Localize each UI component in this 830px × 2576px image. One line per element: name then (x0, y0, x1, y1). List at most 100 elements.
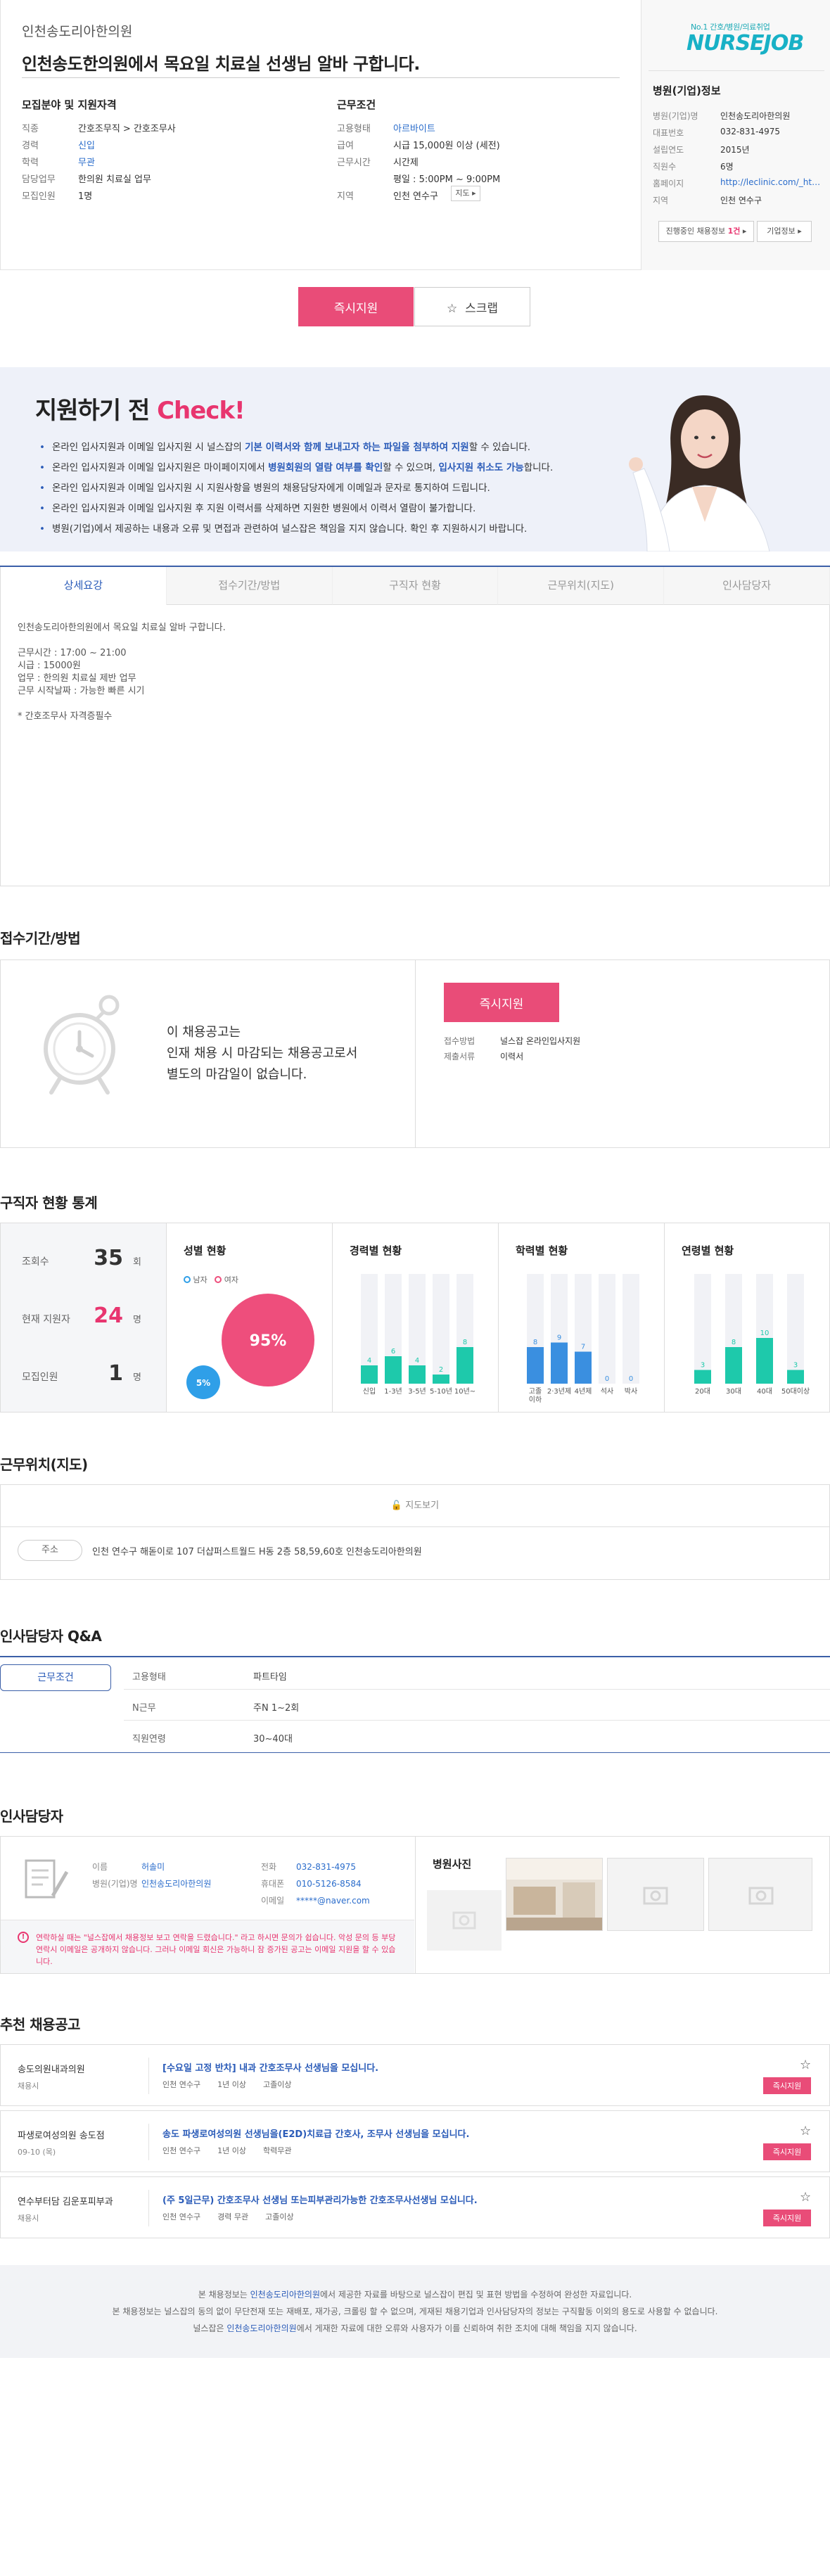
banner-notice-item: 온라인 입사지원과 이메일 입사지원 시 널스잡의 기본 이력서와 함께 보내고… (39, 438, 553, 458)
star-icon[interactable]: ☆ (800, 2058, 811, 2072)
corp-row: 지역 인천 연수구 (653, 194, 829, 208)
ongoing-jobs-button[interactable]: 진행중인 채용정보 1건 ▸ (658, 221, 754, 242)
recommend-job-title[interactable]: (주 5일근무) 간호조무사 선생님 또는피부관리가능한 간호조무사선생님 모십… (162, 2193, 478, 2206)
manager-contact-value[interactable]: 032-831-4975 (296, 1862, 356, 1872)
stat-unit: 명 (133, 1372, 141, 1383)
bar (409, 1365, 426, 1384)
recommend-job-title[interactable]: 송도 파생로여성의원 선생님을(E2D)치료급 간호사, 조무사 선생님을 모십… (162, 2127, 469, 2140)
education-title: 학력별 현황 (516, 1244, 568, 1257)
manager-contact-label: 이메일 (261, 1896, 285, 1906)
deadline-left: 이 채용공고는 인재 채용 시 마감되는 채용공고로서 별도의 마감일이 없습니… (1, 960, 416, 1147)
bar-category-label: 박사 (625, 1387, 637, 1396)
banner-notice-item: 병원(기업)에서 제공하는 내용과 오류 및 면접과 관련하여 널스잡은 책임을… (39, 519, 553, 540)
bar (456, 1347, 473, 1384)
recommend-apply-button[interactable]: 즉시지원 (763, 2210, 811, 2226)
notice-text: 온라인 입사지원과 이메일 입사지원 시 지원사항을 병원의 채용담당자에게 이… (51, 483, 490, 494)
manager-contact-value[interactable]: *****@naver.com (296, 1896, 370, 1906)
apply-now-button[interactable]: 즉시지원 (298, 287, 414, 326)
qa-row-label: 고용형태 (132, 1672, 166, 1683)
recommend-job-title[interactable]: [수요일 고정 반차] 내과 간호조무사 선생님을 모십니다. (162, 2060, 378, 2074)
bar-category-label: 30대 (726, 1387, 741, 1396)
qa-tag-conditions[interactable]: 근무조건 (0, 1664, 111, 1691)
tab-application[interactable]: 접수기간/방법 (166, 567, 333, 605)
manager-row: 이름 허솔미 (92, 1861, 165, 1873)
corp-row: 홈페이지 http://leclinic.com/_html/ind... (653, 177, 829, 191)
age-chart: 3 20대 8 30대 10 40대 3 50대이상 (694, 1274, 810, 1396)
recruit-row-label: 모집인원 (22, 191, 56, 202)
job-summary-card: 인천송도리아한의원 인천송도한의원에서 목요일 치료실 선생님 알바 구합니다.… (0, 0, 830, 270)
manager-title: 인사담당자 (0, 1808, 63, 1825)
star-icon[interactable]: ☆ (800, 2190, 811, 2205)
notice-text: 병원(기업)에서 제공하는 내용과 오류 및 면접과 관련하여 널스잡은 책임을… (51, 523, 528, 535)
manager-contact-value[interactable]: 010-5126-8584 (296, 1879, 362, 1889)
map-box: 🔓 지도보기 주소 인천 연수구 해돋이로 107 더샵퍼스트월드 H동 2층 … (0, 1484, 830, 1580)
condition-row-value: 시급 15,000원 이상 (세전) (393, 141, 500, 151)
photo-placeholder-3 (708, 1858, 812, 1931)
recommend-apply-button[interactable]: 즉시지원 (763, 2143, 811, 2160)
tab-location[interactable]: 근무위치(지도) (498, 567, 665, 605)
manager-warning: ! 연락하실 때는 "널스잡에서 채용정보 보고 연락을 드렸습니다." 라고 … (1, 1920, 414, 1973)
age-panel: 연령별 현황 3 20대 8 30대 10 40대 3 50대이상 (665, 1223, 829, 1412)
recommend-apply-button[interactable]: 즉시지원 (763, 2077, 811, 2094)
manager-contact-label: 전화 (261, 1862, 277, 1872)
qa-row: 고용형태 파트타임 (124, 1660, 830, 1690)
corp-row-value: 6명 (720, 162, 734, 172)
bar-category-label: 1-3년 (384, 1387, 402, 1396)
recommend-item[interactable]: 파생로여성의원 송도점 09-10 (목) 송도 파생로여성의원 선생님을(E2D)… (0, 2110, 830, 2172)
corp-row: 병원(기업)명 인천송도리아한의원 (653, 110, 829, 124)
bar (527, 1347, 544, 1384)
recruit-row-value: 1명 (78, 191, 93, 202)
stat-label: 조회수 (22, 1256, 49, 1268)
bar-value-label: 8 (533, 1339, 537, 1346)
stat-summary-row: 모집인원 1 명 (22, 1353, 148, 1402)
corp-row-value: 2015년 (720, 145, 750, 155)
bar-category-label: 고졸 (529, 1387, 542, 1396)
hospital-photo[interactable] (506, 1858, 603, 1931)
recommend-item[interactable]: 송도의원내과의원 채용시 [수요일 고정 반차] 내과 간호조무사 선생님을 모십니… (0, 2044, 830, 2106)
recommend-org[interactable]: 송도의원내과의원 (18, 2062, 85, 2075)
stat-value: 1 (108, 1361, 123, 1386)
condition-row-label: 근무시간 (337, 158, 371, 168)
bar-category-label: 50대이상 (781, 1387, 810, 1396)
camera-icon (748, 1887, 774, 1905)
company-info-button[interactable]: 기업정보 ▸ (757, 221, 812, 242)
qa-row: N근무 주N 1~2회 (124, 1691, 830, 1721)
bar-track (599, 1274, 615, 1384)
bar-value-label: 0 (629, 1375, 633, 1383)
tab-detail[interactable]: 상세요강 (0, 567, 167, 605)
recommend-meta-value: 1년 이상 (217, 2080, 246, 2089)
notice-highlight: 병원회원의 열람 여부를 확인 (268, 462, 383, 473)
career-chart: 4 신입 6 1-3년 4 3-5년 2 5-10년 8 10년~ (361, 1274, 475, 1396)
bar-category-label: 40대 (757, 1387, 772, 1396)
tab-applicants[interactable]: 구직자 현황 (332, 567, 499, 605)
nursejob-logo[interactable]: NURSEJOB (687, 31, 804, 56)
map-button[interactable]: 지도 ▸ (451, 186, 480, 201)
job-title: 인천송도한의원에서 목요일 치료실 선생님 알바 구합니다. (22, 54, 420, 74)
recommend-item[interactable]: 연수부터담 김운포피부과채용시 (주 5일근무) 간호조무사 선생님 또는피부관리… (0, 2176, 830, 2238)
recommend-meta-value: 고졸이상 (265, 2212, 294, 2221)
corp-info-panel: No.1 간호/병원/의료취업 NURSEJOB 병원(기업)정보 병원(기업)… (641, 0, 830, 270)
bar-value-label: 10 (760, 1330, 770, 1337)
bar-value-label: 3 (701, 1362, 705, 1370)
tab-manager[interactable]: 인사담당자 (664, 567, 830, 605)
star-icon[interactable]: ☆ (800, 2124, 811, 2138)
condition-row: 평일 : 5:00PM ~ 9:00PM (337, 172, 618, 186)
recommend-org[interactable]: 파생로여성의원 송도점 (18, 2128, 105, 2141)
scrap-button[interactable]: ☆ 스크랩 (414, 287, 530, 326)
stat-label: 모집인원 (22, 1372, 58, 1383)
corp-row-label: 직원수 (653, 162, 677, 172)
bar-value-label: 7 (581, 1344, 585, 1351)
deadline-apply-button[interactable]: 즉시지원 (444, 983, 559, 1022)
corp-heading: 병원(기업)정보 (653, 84, 721, 97)
clinic-name[interactable]: 인천송도리아한의원 (22, 21, 620, 40)
recruit-heading: 모집분야 및 지원자격 (22, 98, 117, 111)
bar (385, 1356, 402, 1384)
homepage-link[interactable]: http://leclinic.com/_html/ind... (720, 177, 826, 187)
address-label: 주소 (18, 1540, 82, 1561)
recommend-deadline: 채용시 (18, 2214, 39, 2223)
map-toggle[interactable]: 🔓 지도보기 (1, 1485, 829, 1527)
camera-icon (643, 1887, 668, 1905)
deadline-box: 이 채용공고는 인재 채용 시 마감되는 채용공고로서 별도의 마감일이 없습니… (0, 959, 830, 1148)
bar-category-label: 신입 (363, 1386, 376, 1396)
recommend-org[interactable]: 연수부터담 김운포피부과 (18, 2194, 113, 2207)
